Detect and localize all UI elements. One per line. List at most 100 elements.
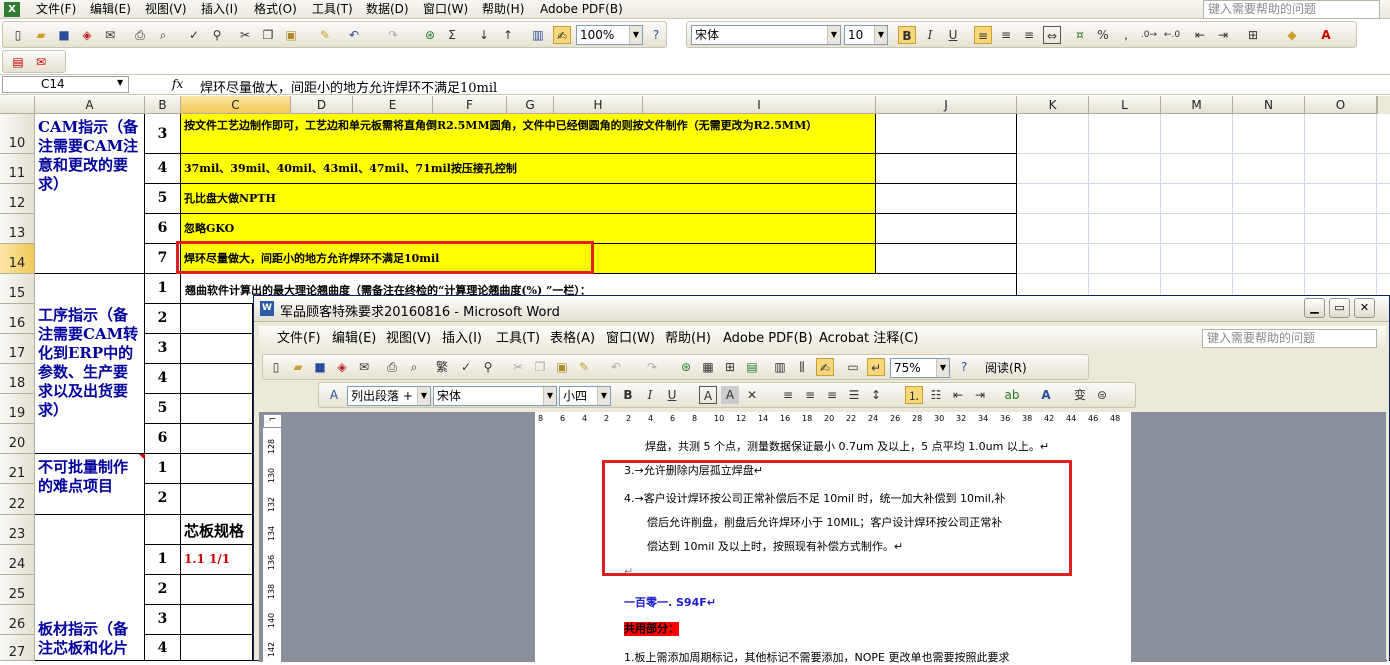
paste-icon[interactable]: ▣: [282, 26, 300, 44]
category-difficulty-cell[interactable]: 不可批量制作的难点项目: [35, 454, 145, 515]
help-search-input[interactable]: 键入需要帮助的问题: [1203, 0, 1380, 19]
center-icon[interactable]: ≡: [801, 386, 819, 404]
row-header[interactable]: 27: [0, 635, 35, 661]
undo-icon[interactable]: ↶: [345, 26, 363, 44]
empty-cell[interactable]: [181, 364, 253, 394]
bullets-icon[interactable]: ☷: [927, 386, 945, 404]
column-header[interactable]: E: [353, 96, 433, 114]
insert-table-icon[interactable]: ⊞: [721, 358, 739, 376]
column-header[interactable]: M: [1161, 96, 1233, 114]
doc-subheading[interactable]: 共用部分：: [624, 622, 679, 636]
font-color-icon[interactable]: A: [1317, 26, 1335, 44]
borders-icon[interactable]: ⊞: [1244, 26, 1262, 44]
save-icon[interactable]: ■: [55, 26, 73, 44]
row-header[interactable]: 18: [0, 364, 35, 394]
empty-cell[interactable]: [181, 394, 253, 424]
empty-cell[interactable]: [876, 154, 1017, 184]
menu-adobe-pdf[interactable]: Adobe PDF(B): [538, 0, 625, 19]
empty-cell[interactable]: [181, 575, 253, 605]
align-right-icon[interactable]: ≡: [1020, 26, 1038, 44]
column-header[interactable]: G: [507, 96, 554, 114]
word-menu-insert[interactable]: 插入(I): [442, 326, 482, 352]
column-header[interactable]: K: [1017, 96, 1089, 114]
redo-icon[interactable]: ↷: [643, 358, 661, 376]
column-header[interactable]: I: [643, 96, 876, 114]
column-header[interactable]: F: [433, 96, 507, 114]
column-header[interactable]: B: [145, 96, 181, 114]
doc-line[interactable]: ↵: [624, 565, 633, 579]
row-header[interactable]: 22: [0, 484, 35, 515]
row-header[interactable]: 12: [0, 184, 35, 214]
number-cell[interactable]: 6: [145, 424, 181, 454]
row-header[interactable]: 26: [0, 605, 35, 635]
char-scale-icon[interactable]: ✕: [743, 386, 761, 404]
print-icon[interactable]: ⎙: [383, 358, 401, 376]
row-header[interactable]: 11: [0, 154, 35, 184]
row-header[interactable]: 13: [0, 214, 35, 244]
format-painter-icon[interactable]: ✎: [575, 358, 593, 376]
number-cell[interactable]: 6: [145, 214, 181, 244]
new-icon[interactable]: ▯: [267, 358, 285, 376]
word-menu-file[interactable]: 文件(F): [277, 326, 321, 352]
numbering-icon[interactable]: ⒈: [905, 386, 923, 404]
empty-cell[interactable]: [181, 605, 253, 635]
word-menu-view[interactable]: 视图(V): [386, 326, 431, 352]
row-header[interactable]: 17: [0, 334, 35, 364]
excel-app-icon[interactable]: X: [4, 2, 20, 17]
drawing-icon[interactable]: ✍: [553, 26, 571, 44]
empty-cell[interactable]: [876, 214, 1017, 244]
menu-view[interactable]: 视图(V): [143, 0, 189, 19]
chart-wizard-icon[interactable]: ▥: [529, 26, 547, 44]
doc-line[interactable]: 3.→允许删除内层孤立焊盘↵: [624, 464, 763, 478]
word-scrollbar[interactable]: [1387, 412, 1389, 662]
word-font-select[interactable]: 宋体 ▼: [433, 386, 557, 406]
distributed-icon[interactable]: ☰: [845, 386, 863, 404]
email-icon[interactable]: ✉: [355, 358, 373, 376]
email-icon[interactable]: ✉: [101, 26, 119, 44]
column-header[interactable]: J: [876, 96, 1017, 114]
number-cell[interactable]: 2: [145, 484, 181, 515]
word-font-color-icon[interactable]: A: [1037, 386, 1055, 404]
doc-line[interactable]: 焊盘，共测 5 个点，测量数据保证最小 0.7um 及以上，5 点平均 1.0u…: [645, 440, 1049, 454]
research-icon[interactable]: ⚲: [208, 26, 226, 44]
open-icon[interactable]: ▰: [289, 358, 307, 376]
core-spec-cell[interactable]: 1.1 1/1: [181, 545, 253, 575]
sort-ascending-icon[interactable]: ↓: [475, 26, 493, 44]
underline-button[interactable]: U: [944, 26, 962, 44]
word-menu-acrobat[interactable]: Acrobat 注释(C): [819, 326, 919, 352]
spelling-icon[interactable]: ✓: [457, 358, 475, 376]
menu-data[interactable]: 数据(D): [364, 0, 411, 19]
word-help-search-input[interactable]: 键入需要帮助的问题: [1202, 329, 1377, 348]
empty-cell[interactable]: [181, 635, 253, 661]
column-header[interactable]: L: [1089, 96, 1161, 114]
increase-decimal-icon[interactable]: .0→: [1140, 26, 1158, 44]
word-menu-window[interactable]: 窗口(W): [606, 326, 655, 352]
char-border-icon[interactable]: A: [699, 386, 717, 404]
menu-window[interactable]: 窗口(W): [421, 0, 470, 19]
hyperlink-icon[interactable]: ⊛: [677, 358, 695, 376]
row-header[interactable]: 14: [0, 244, 35, 274]
decrease-indent-icon[interactable]: ⇤: [949, 386, 967, 404]
number-cell[interactable]: 1: [145, 545, 181, 575]
column-header[interactable]: O: [1305, 96, 1377, 114]
row-header[interactable]: 21: [0, 454, 35, 484]
number-cell[interactable]: 3: [145, 334, 181, 364]
word-menu-adobe-pdf[interactable]: Adobe PDF(B): [723, 326, 813, 352]
hyperlink-icon[interactable]: ⊛: [421, 26, 439, 44]
category-material-cell[interactable]: 板材指示（备注芯板和化片: [35, 515, 145, 661]
number-cell[interactable]: [145, 515, 181, 545]
align-right-icon[interactable]: ≡: [823, 386, 841, 404]
font-select[interactable]: 宋体 ▼: [691, 25, 841, 45]
new-icon[interactable]: ▯: [9, 26, 27, 44]
word-menu-table[interactable]: 表格(A): [550, 326, 595, 352]
number-cell[interactable]: 3: [145, 605, 181, 635]
empty-cell[interactable]: [181, 304, 253, 334]
permission-icon[interactable]: ◈: [78, 26, 96, 44]
number-cell[interactable]: 4: [145, 635, 181, 661]
number-cell[interactable]: 5: [145, 394, 181, 424]
word-underline-button[interactable]: U: [663, 386, 681, 404]
empty-cell[interactable]: [876, 114, 1017, 154]
number-cell[interactable]: 4: [145, 364, 181, 394]
number-cell[interactable]: 1: [145, 274, 181, 304]
number-cell[interactable]: 2: [145, 575, 181, 605]
